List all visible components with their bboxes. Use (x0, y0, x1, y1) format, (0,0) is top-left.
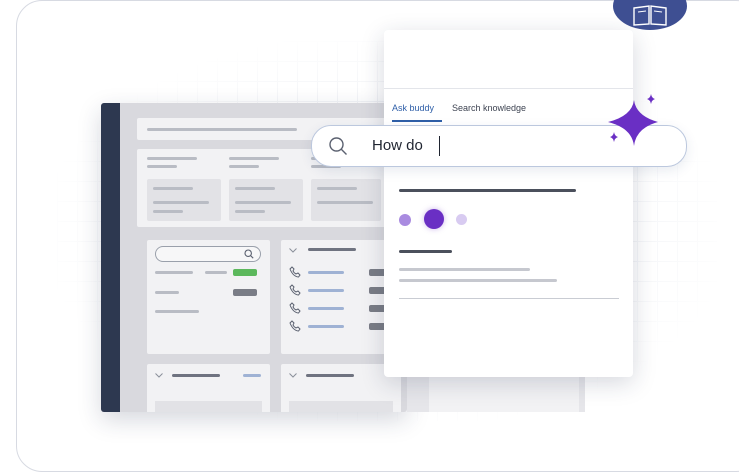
tab-ask-buddy[interactable]: Ask buddy (392, 103, 434, 113)
assistant-panel: Ask buddy Search knowledge (384, 30, 633, 377)
response-title-line (399, 189, 576, 192)
typing-dot (424, 209, 444, 229)
chevron-down-icon (155, 373, 163, 378)
phone-icon (289, 320, 301, 332)
app-sidebar (101, 103, 120, 412)
book-icon (633, 5, 667, 26)
status-pill-dark (233, 289, 257, 296)
typing-dot (399, 214, 411, 226)
bottom-panel-right (281, 364, 401, 412)
search-input-value[interactable]: How do (372, 137, 423, 154)
text-cursor (439, 136, 440, 156)
phone-icon (289, 266, 301, 278)
mini-search-field (155, 246, 261, 262)
typing-dot (456, 214, 467, 225)
list-panel (147, 240, 270, 354)
chevron-down-icon (289, 248, 297, 253)
calls-panel (281, 240, 401, 354)
active-tab-indicator (392, 120, 442, 122)
search-icon (244, 249, 254, 259)
bottom-panel-left (147, 364, 270, 412)
search-icon (329, 137, 347, 155)
phone-icon (289, 302, 301, 314)
sparkle-icon (608, 94, 658, 146)
chevron-down-icon (289, 373, 297, 378)
tab-search-knowledge[interactable]: Search knowledge (452, 103, 526, 113)
phone-icon (289, 284, 301, 296)
status-pill-green (233, 269, 257, 276)
